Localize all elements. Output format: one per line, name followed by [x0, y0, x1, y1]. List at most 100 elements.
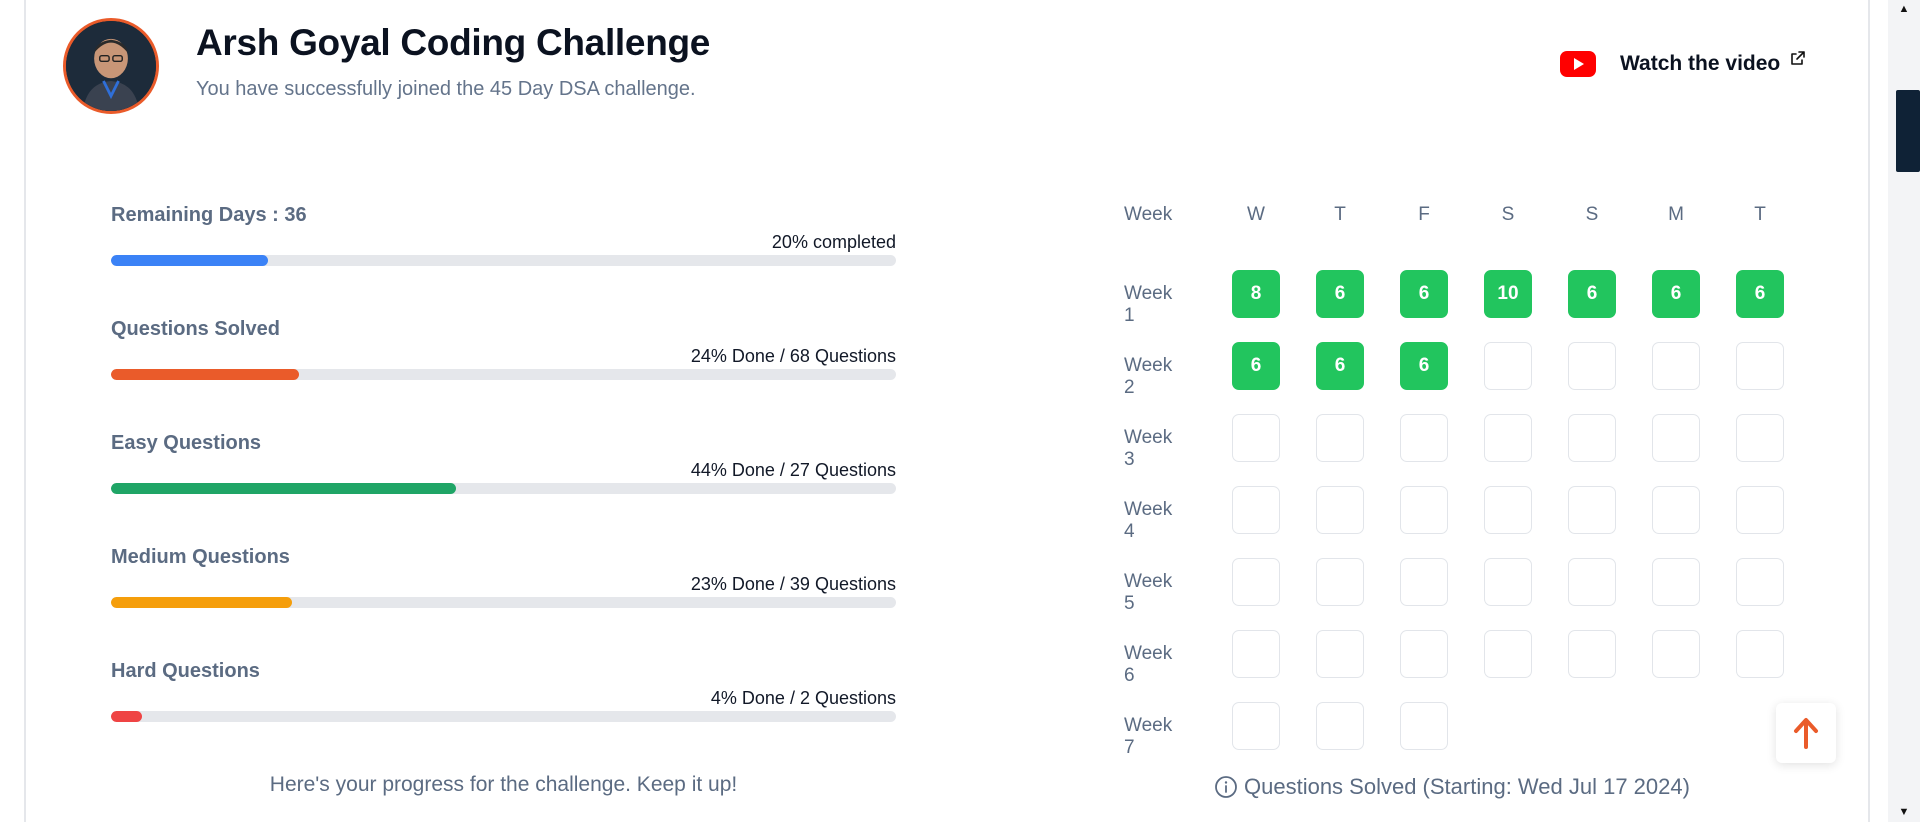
calendar-day-cell[interactable]: [1652, 630, 1700, 678]
progress-label: Questions Solved: [111, 318, 280, 340]
arrow-up-icon: [1794, 718, 1818, 749]
progress-stat: 20% completed: [771, 232, 896, 252]
calendar-week-label: Week 3: [1124, 427, 1173, 470]
calendar-week-label: Week 5: [1124, 571, 1173, 614]
calendar-day-cell[interactable]: 8: [1232, 270, 1280, 318]
progress-section: Remaining Days : 36 20% completed Question…: [111, 196, 896, 766]
calendar-week-header: Week: [1124, 204, 1173, 225]
scroll-to-top-button[interactable]: [1776, 703, 1836, 763]
progress-fill: [111, 483, 457, 494]
progress-label: Remaining Days : 36: [111, 204, 307, 226]
progress-item: Remaining Days : 36 20% completed: [111, 196, 896, 310]
progress-fill: [111, 369, 300, 380]
progress-label: Hard Questions: [111, 660, 260, 682]
calendar-day-cell[interactable]: 6: [1232, 342, 1280, 390]
external-link-icon: [1791, 51, 1806, 65]
calendar-day-cell[interactable]: [1316, 702, 1364, 750]
avatar-photo-icon: [66, 21, 156, 111]
calendar-day-cell[interactable]: [1316, 558, 1364, 606]
calendar-week-label: Week 1: [1124, 283, 1173, 326]
progress-track: [111, 483, 896, 494]
calendar-day-cell[interactable]: 6: [1568, 270, 1616, 318]
avatar: [63, 18, 159, 114]
calendar-week-label: Week 4: [1124, 499, 1173, 542]
page-subtitle: You have successfully joined the 45 Day …: [196, 78, 696, 100]
calendar-day-cell[interactable]: 6: [1736, 270, 1784, 318]
scrollbar-thumb[interactable]: [1896, 90, 1920, 172]
calendar-day-cell[interactable]: [1316, 486, 1364, 534]
info-icon: [1215, 776, 1237, 798]
calendar-day-cell[interactable]: [1484, 486, 1532, 534]
calendar-week-label: Week 7: [1124, 715, 1173, 758]
watch-video-link[interactable]: Watch the video: [1560, 48, 1806, 80]
progress-label: Easy Questions: [111, 432, 262, 454]
calendar-day-cell[interactable]: [1736, 630, 1784, 678]
calendar-day-cell[interactable]: [1568, 342, 1616, 390]
calendar-day-cell[interactable]: 10: [1484, 270, 1532, 318]
calendar-day-cell[interactable]: [1736, 414, 1784, 462]
calendar-day-cell[interactable]: [1400, 486, 1448, 534]
scrollbar-up-arrow-icon[interactable]: ▲: [1897, 2, 1911, 16]
calendar-day-cell[interactable]: [1232, 630, 1280, 678]
page-left-border: [24, 0, 26, 822]
calendar-day-cell[interactable]: 6: [1400, 270, 1448, 318]
progress-track: [111, 255, 896, 266]
progress-stat: 24% Done / 68 Questions: [690, 346, 896, 366]
calendar-caption-text: Questions Solved (Starting: Wed Jul 17 2…: [1244, 774, 1690, 799]
progress-stat: 44% Done / 27 Questions: [690, 460, 896, 480]
calendar-day-cell[interactable]: [1484, 630, 1532, 678]
progress-track: [111, 711, 896, 722]
progress-item: Hard Questions 4% Done / 2 Questions: [111, 652, 896, 766]
calendar-day-cell[interactable]: [1232, 414, 1280, 462]
progress-caption: Here's your progress for the challenge. …: [269, 773, 738, 796]
calendar-day-header: T: [1334, 204, 1346, 225]
calendar-day-cell[interactable]: [1652, 486, 1700, 534]
calendar-day-cell[interactable]: 6: [1652, 270, 1700, 318]
calendar-day-cell[interactable]: [1652, 342, 1700, 390]
progress-track: [111, 597, 896, 608]
calendar-day-cell[interactable]: [1484, 342, 1532, 390]
progress-fill: [111, 711, 143, 722]
calendar-day-cell[interactable]: [1400, 702, 1448, 750]
progress-item: Easy Questions 44% Done / 27 Questions: [111, 424, 896, 538]
calendar-day-cell[interactable]: [1232, 702, 1280, 750]
calendar-day-cell[interactable]: [1232, 486, 1280, 534]
calendar-day-cell[interactable]: [1484, 414, 1532, 462]
calendar-day-header: M: [1668, 204, 1684, 225]
calendar-day-cell[interactable]: [1316, 630, 1364, 678]
calendar-day-cell[interactable]: 6: [1316, 270, 1364, 318]
calendar-day-cell[interactable]: [1736, 558, 1784, 606]
calendar-day-header: T: [1754, 204, 1766, 225]
calendar-day-cell[interactable]: [1736, 342, 1784, 390]
progress-stat: 23% Done / 39 Questions: [690, 574, 896, 594]
calendar-day-cell[interactable]: [1736, 486, 1784, 534]
calendar-week-label: Week 2: [1124, 355, 1173, 398]
calendar-day-cell[interactable]: 6: [1316, 342, 1364, 390]
progress-fill: [111, 255, 268, 266]
progress-item: Questions Solved 24% Done / 68 Questions: [111, 310, 896, 424]
youtube-icon: [1560, 51, 1596, 77]
progress-stat: 4% Done / 2 Questions: [710, 688, 896, 708]
progress-label: Medium Questions: [111, 546, 290, 568]
page-title: Arsh Goyal Coding Challenge: [196, 22, 711, 63]
calendar-day-cell[interactable]: [1316, 414, 1364, 462]
calendar-day-header: W: [1247, 204, 1265, 225]
calendar-day-cell[interactable]: [1568, 630, 1616, 678]
calendar-day-cell[interactable]: [1568, 414, 1616, 462]
calendar-day-cell[interactable]: [1652, 414, 1700, 462]
watch-video-label: Watch the video: [1620, 52, 1781, 75]
calendar-day-cell[interactable]: [1652, 558, 1700, 606]
page-right-border: [1868, 0, 1870, 822]
calendar-day-cell[interactable]: [1568, 486, 1616, 534]
calendar-day-cell[interactable]: [1400, 414, 1448, 462]
calendar-caption: Questions Solved (Starting: Wed Jul 17 2…: [1214, 774, 1690, 800]
calendar-day-cell[interactable]: [1484, 558, 1532, 606]
calendar-day-cell[interactable]: [1400, 630, 1448, 678]
calendar-day-header: F: [1418, 204, 1430, 225]
scrollbar-down-arrow-icon[interactable]: ▼: [1897, 805, 1911, 819]
progress-track: [111, 369, 896, 380]
calendar-day-cell[interactable]: 6: [1400, 342, 1448, 390]
calendar-day-cell[interactable]: [1232, 558, 1280, 606]
calendar-day-cell[interactable]: [1400, 558, 1448, 606]
calendar-day-cell[interactable]: [1568, 558, 1616, 606]
